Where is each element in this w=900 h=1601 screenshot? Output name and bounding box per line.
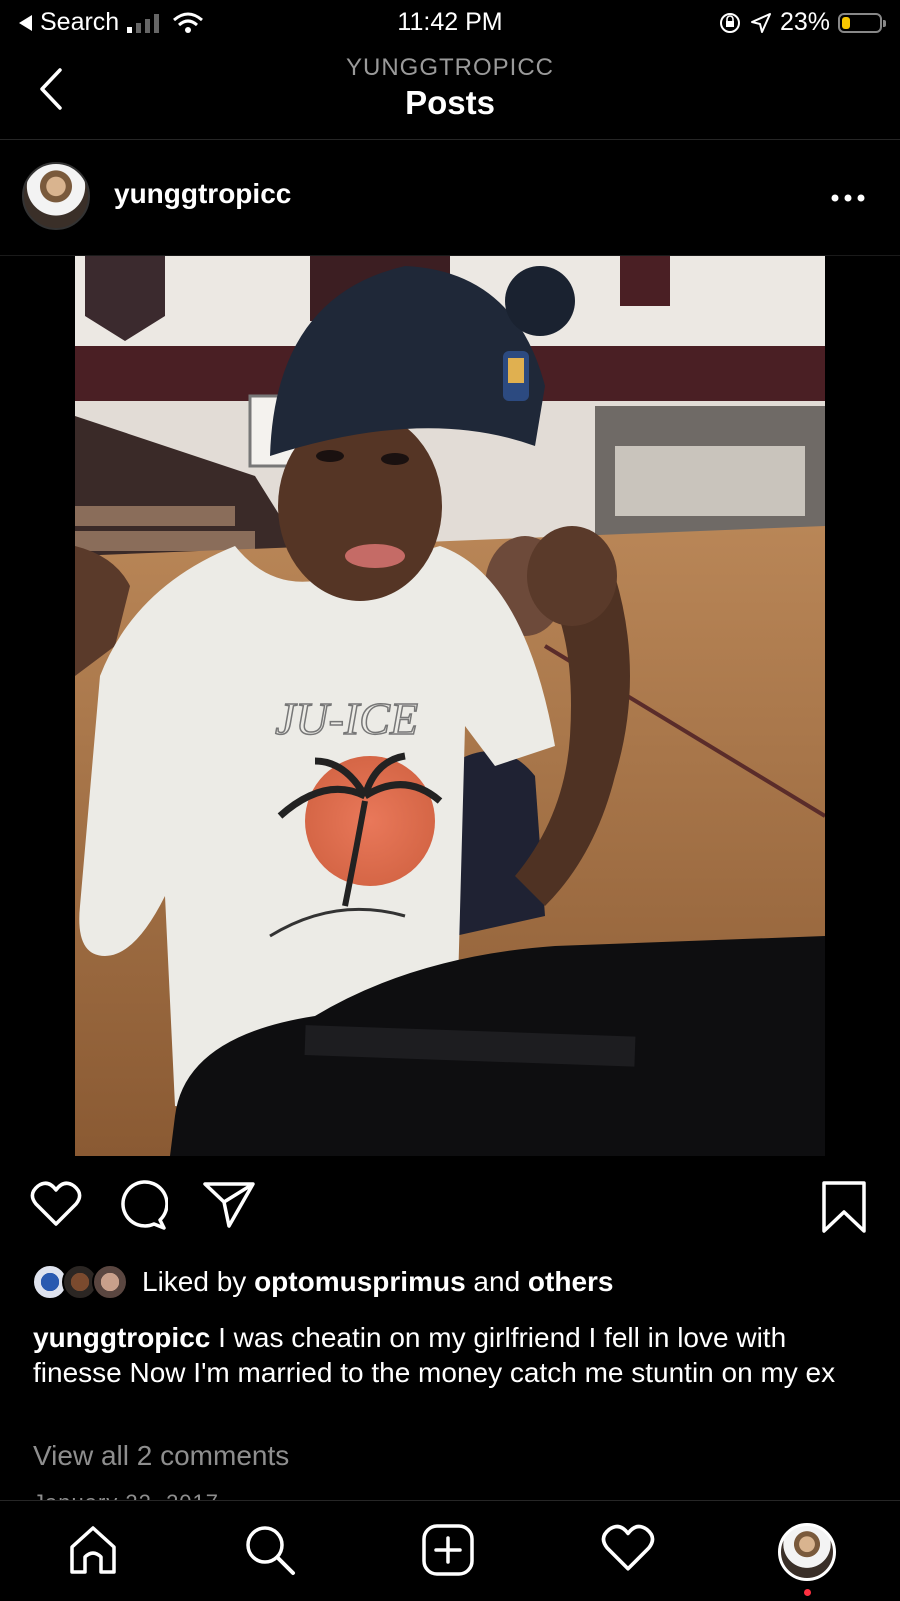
page-title: Posts	[405, 84, 495, 121]
more-options-button[interactable]	[830, 184, 866, 204]
save-button[interactable]	[820, 1180, 868, 1239]
home-icon	[70, 1526, 116, 1574]
activity-heart-icon	[601, 1524, 655, 1571]
tab-activity[interactable]	[601, 1523, 655, 1578]
likes-user-link[interactable]: optomusprimus	[254, 1266, 466, 1298]
share-button[interactable]	[202, 1180, 256, 1235]
shirt-graphic-text: JU-ICE	[275, 693, 418, 744]
comment-icon	[121, 1180, 169, 1230]
tab-bar	[0, 1500, 900, 1601]
liker-avatars	[32, 1262, 132, 1302]
post-photo-illustration: JU-ICE	[75, 256, 825, 1156]
heart-icon	[30, 1181, 82, 1226]
status-right: 23%	[718, 8, 886, 37]
likes-middle: and	[465, 1266, 528, 1297]
tab-profile-avatar[interactable]	[778, 1523, 836, 1581]
likes-prefix: Liked by	[142, 1266, 255, 1297]
view-comments-link[interactable]: View all 2 comments	[33, 1440, 289, 1472]
comment-button[interactable]	[116, 1180, 169, 1237]
nav-bar: YUNGGTROPICC Posts	[0, 44, 900, 140]
post-photo[interactable]: JU-ICE	[75, 256, 825, 1156]
post-actions	[0, 1180, 900, 1240]
search-icon	[246, 1526, 295, 1575]
post-caption: yunggtropicc I was cheatin on my girlfri…	[33, 1320, 873, 1390]
notification-dot	[804, 1589, 811, 1596]
caption-username[interactable]: yunggtropicc	[33, 1322, 210, 1353]
avatar[interactable]	[22, 162, 90, 230]
tab-home[interactable]	[66, 1523, 120, 1582]
likes-row[interactable]: Liked by optomusprimus and others	[32, 1262, 614, 1302]
nav-subtitle: YUNGGTROPICC	[345, 54, 554, 81]
post-header: yunggtropicc	[0, 140, 900, 256]
tab-search[interactable]	[243, 1523, 297, 1582]
battery-fill	[842, 16, 851, 29]
location-icon	[750, 12, 771, 33]
likes-others-link[interactable]: others	[528, 1266, 614, 1298]
send-icon	[203, 1182, 255, 1228]
status-bar: Search 11:42 PM 23%	[0, 0, 900, 44]
liker-avatar	[92, 1264, 128, 1300]
battery-icon	[838, 12, 886, 33]
battery-percent: 23%	[779, 8, 830, 36]
orientation-lock-icon	[719, 12, 740, 33]
tab-new-post[interactable]	[421, 1523, 475, 1582]
bookmark-icon	[822, 1181, 866, 1233]
post-username[interactable]: yunggtropicc	[114, 178, 291, 210]
more-horizontal-icon	[831, 194, 865, 202]
like-button[interactable]	[30, 1180, 82, 1233]
add-post-icon	[422, 1524, 474, 1576]
